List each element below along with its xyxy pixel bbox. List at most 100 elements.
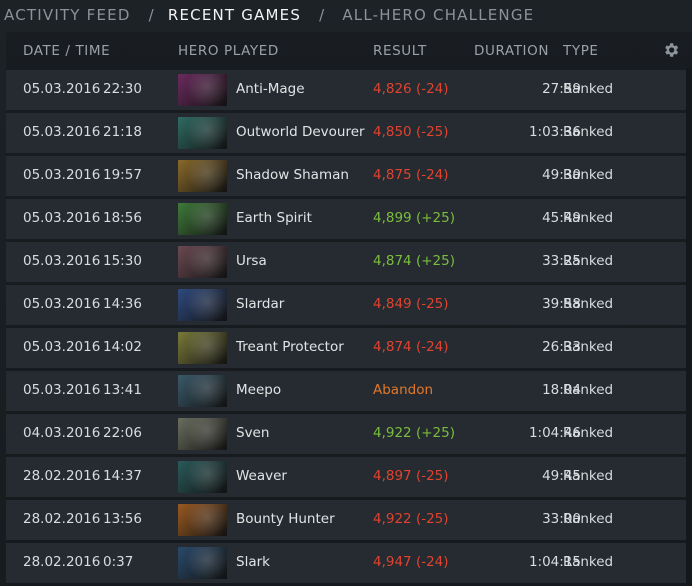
- row-result: 4,922 (+25): [373, 425, 455, 441]
- table-row[interactable]: 28.02.2016 14:37 Weaver 4,897 (-25) 49:45 Ran…: [6, 457, 686, 497]
- row-type: Ranked: [563, 511, 614, 527]
- row-hero-name: Anti-Mage: [236, 81, 305, 97]
- breadcrumb-activity-feed[interactable]: ACTIVITY FEED: [0, 6, 131, 24]
- row-time: 19:57: [103, 167, 142, 183]
- column-header-hero-played[interactable]: HERO PLAYED: [178, 43, 279, 59]
- row-hero-name: Outworld Devourer: [236, 124, 365, 140]
- column-header-duration[interactable]: DURATION: [474, 43, 549, 59]
- column-header-date-time[interactable]: DATE / TIME: [23, 43, 110, 59]
- row-hero-name: Ursa: [236, 253, 267, 269]
- row-type: Ranked: [563, 425, 614, 441]
- row-hero-name: Slark: [236, 554, 270, 570]
- row-result: 4,947 (-24): [373, 554, 449, 570]
- row-time: 22:06: [103, 425, 142, 441]
- row-date: 05.03.2016: [23, 296, 101, 312]
- row-type: Ranked: [563, 210, 614, 226]
- hero-portrait[interactable]: [178, 74, 227, 106]
- breadcrumb: ACTIVITY FEED / RECENT GAMES / ALL-HERO …: [0, 0, 692, 30]
- row-date: 05.03.2016: [23, 382, 101, 398]
- row-time: 13:41: [103, 382, 142, 398]
- row-date: 05.03.2016: [23, 253, 101, 269]
- table-row[interactable]: 05.03.2016 19:57 Shadow Shaman 4,875 (-24) 4…: [6, 156, 686, 196]
- row-result: 4,874 (+25): [373, 253, 455, 269]
- row-time: 22:30: [103, 81, 142, 97]
- row-time: 14:36: [103, 296, 142, 312]
- row-type: Ranked: [563, 339, 614, 355]
- row-date: 05.03.2016: [23, 210, 101, 226]
- row-date: 28.02.2016: [23, 511, 101, 527]
- row-result: 4,850 (-25): [373, 124, 449, 140]
- breadcrumb-separator: /: [148, 6, 155, 24]
- hero-portrait[interactable]: [178, 375, 227, 407]
- table-row[interactable]: 28.02.2016 0:37 Slark 4,947 (-24) 1:04:15 Ran…: [6, 543, 686, 583]
- row-type: Ranked: [563, 468, 614, 484]
- row-result: 4,897 (-25): [373, 468, 449, 484]
- row-date: 28.02.2016: [23, 554, 101, 570]
- row-type: Ranked: [563, 81, 614, 97]
- column-header-result[interactable]: RESULT: [373, 43, 427, 59]
- hero-portrait[interactable]: [178, 504, 227, 536]
- hero-portrait[interactable]: [178, 246, 227, 278]
- table-row[interactable]: 05.03.2016 14:02 Treant Protector 4,874 (-2…: [6, 328, 686, 368]
- scrollbar[interactable]: [686, 68, 692, 586]
- row-type: Ranked: [563, 167, 614, 183]
- table-header: DATE / TIME HERO PLAYED RESULT DURATION …: [6, 32, 692, 68]
- row-result: Abandon: [373, 382, 434, 398]
- row-type: Ranked: [563, 296, 614, 312]
- breadcrumb-recent-games[interactable]: RECENT GAMES: [168, 6, 301, 24]
- row-hero-name: Weaver: [236, 468, 287, 484]
- table-row[interactable]: 05.03.2016 15:30 Ursa 4,874 (+25) 33:25 Ranke…: [6, 242, 686, 282]
- row-type: Ranked: [563, 554, 614, 570]
- column-header-type[interactable]: TYPE: [563, 43, 599, 59]
- row-time: 14:37: [103, 468, 142, 484]
- recent-games-table: DATE / TIME HERO PLAYED RESULT DURATION …: [6, 32, 692, 586]
- hero-portrait[interactable]: [178, 160, 227, 192]
- hero-portrait[interactable]: [178, 547, 227, 579]
- row-time: 0:37: [103, 554, 134, 570]
- table-row[interactable]: 05.03.2016 22:30 Anti-Mage 4,826 (-24) 27:59…: [6, 70, 686, 110]
- row-date: 05.03.2016: [23, 167, 101, 183]
- row-result: 4,875 (-24): [373, 167, 449, 183]
- table-row[interactable]: 05.03.2016 21:18 Outworld Devourer 4,850 (-…: [6, 113, 686, 153]
- table-row[interactable]: 04.03.2016 22:06 Sven 4,922 (+25) 1:04:46 Ran…: [6, 414, 686, 454]
- row-time: 14:02: [103, 339, 142, 355]
- row-hero-name: Meepo: [236, 382, 282, 398]
- hero-portrait[interactable]: [178, 117, 227, 149]
- row-time: 21:18: [103, 124, 142, 140]
- hero-portrait[interactable]: [178, 332, 227, 364]
- row-date: 04.03.2016: [23, 425, 101, 441]
- row-result: 4,922 (-25): [373, 511, 449, 527]
- breadcrumb-all-hero-challenge[interactable]: ALL-HERO CHALLENGE: [338, 6, 534, 24]
- row-hero-name: Slardar: [236, 296, 285, 312]
- gear-icon[interactable]: [662, 41, 680, 59]
- row-hero-name: Treant Protector: [236, 339, 344, 355]
- breadcrumb-separator: /: [319, 6, 326, 24]
- row-time: 13:56: [103, 511, 142, 527]
- table-row[interactable]: 28.02.2016 13:56 Bounty Hunter 4,922 (-25) 3…: [6, 500, 686, 540]
- row-date: 05.03.2016: [23, 124, 101, 140]
- row-hero-name: Shadow Shaman: [236, 167, 349, 183]
- row-result: 4,849 (-25): [373, 296, 449, 312]
- hero-portrait[interactable]: [178, 418, 227, 450]
- row-result: 4,874 (-24): [373, 339, 449, 355]
- row-type: Ranked: [563, 124, 614, 140]
- hero-portrait[interactable]: [178, 461, 227, 493]
- row-date: 05.03.2016: [23, 339, 101, 355]
- hero-portrait[interactable]: [178, 203, 227, 235]
- row-time: 15:30: [103, 253, 142, 269]
- row-result: 4,899 (+25): [373, 210, 455, 226]
- row-date: 28.02.2016: [23, 468, 101, 484]
- table-row[interactable]: 05.03.2016 13:41 Meepo Abandon 18:04 Ranked: [6, 371, 686, 411]
- row-type: Ranked: [563, 253, 614, 269]
- hero-portrait[interactable]: [178, 289, 227, 321]
- table-row[interactable]: 05.03.2016 14:36 Slardar 4,849 (-25) 39:58 Ra…: [6, 285, 686, 325]
- row-hero-name: Sven: [236, 425, 270, 441]
- recent-games-screen: ACTIVITY FEED / RECENT GAMES / ALL-HERO …: [0, 0, 692, 586]
- row-date: 05.03.2016: [23, 81, 101, 97]
- row-result: 4,826 (-24): [373, 81, 449, 97]
- row-hero-name: Earth Spirit: [236, 210, 312, 226]
- row-hero-name: Bounty Hunter: [236, 511, 335, 527]
- row-time: 18:56: [103, 210, 142, 226]
- table-row[interactable]: 05.03.2016 18:56 Earth Spirit 4,899 (+25) 45…: [6, 199, 686, 239]
- row-type: Ranked: [563, 382, 614, 398]
